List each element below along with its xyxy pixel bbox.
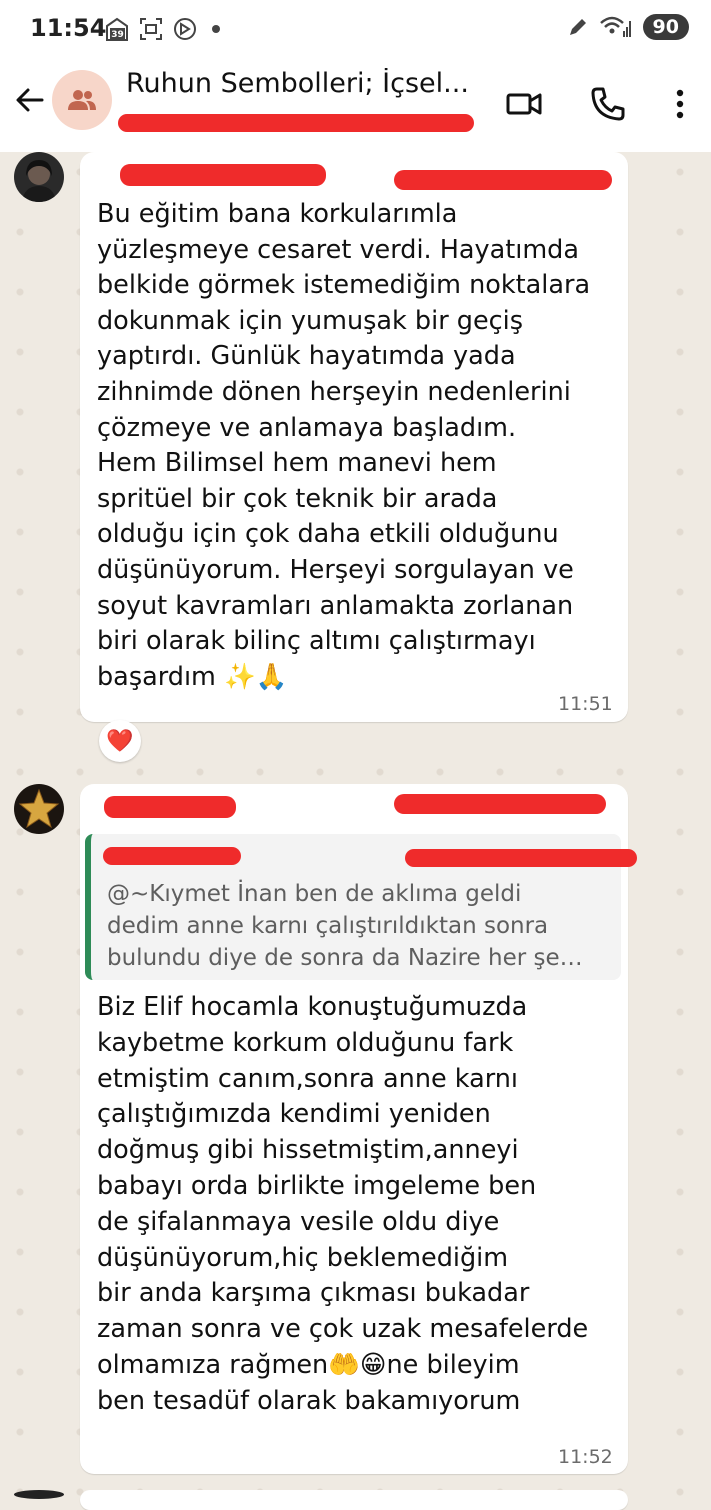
message-text: Bu eğitim bana korkularımla yüzleşmeye c… [97,199,591,692]
battery-indicator: 90 [642,14,689,40]
message-time: 11:51 [558,693,613,715]
edit-icon [569,19,586,35]
group-people-icon [68,90,96,110]
back-arrow-icon[interactable] [12,82,48,118]
heart-reaction[interactable]: ❤️ [99,720,141,762]
status-left-icons: 39 [104,16,220,42]
redacted-quoted-sender [103,847,241,865]
redacted-subtitle [118,114,474,132]
video-call-icon[interactable] [504,84,544,124]
data-saver-icon [174,18,196,40]
redacted-phone-number [394,794,606,814]
profile-photo [14,152,64,202]
svg-text:39: 39 [111,30,124,40]
status-bar: 11:54 39 90 [0,0,711,60]
message-bubble[interactable]: Bu eğitim bana korkularımla yüzleşmeye c… [80,152,628,722]
more-options-icon[interactable] [660,84,700,124]
quoted-message[interactable]: @~Kıymet İnan ben de aklıma geldi dedim … [85,834,637,980]
redacted-phone-number [394,170,612,190]
profile-photo [14,784,64,834]
voice-call-icon[interactable] [588,84,628,124]
status-time: 11:54 [30,14,107,42]
sender-avatar[interactable] [14,1490,64,1499]
sender-avatar[interactable] [14,784,64,834]
notification-badge-icon: 39 [106,17,128,41]
redacted-quoted-phone [405,849,637,867]
group-avatar[interactable] [52,70,112,130]
reaction-emoji: ❤️ [106,728,134,754]
message-time: 11:52 [558,1446,613,1468]
screenshot-icon [140,18,162,40]
status-right-icons: 90 [567,14,689,40]
redacted-sender-name [104,796,236,818]
chat-title[interactable]: Ruhun Sembolleri; İçsel... [126,68,486,99]
sender-avatar[interactable] [14,152,64,202]
message-text: Biz Elif hocamla konuştuğumuzda kaybetme… [97,992,589,1416]
chat-header: Ruhun Sembolleri; İçsel... [0,60,711,152]
more-notifications-dot [212,25,220,33]
wifi-signal-icon [599,16,631,37]
message-bubble[interactable] [80,1490,628,1510]
redacted-sender-name [120,164,326,186]
quoted-text: @~Kıymet İnan ben de aklıma geldi dedim … [107,881,583,971]
message-bubble[interactable]: @~Kıymet İnan ben de aklıma geldi dedim … [80,784,637,1474]
